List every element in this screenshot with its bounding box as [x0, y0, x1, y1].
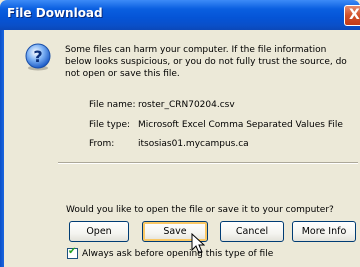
file-name-label: File name:	[89, 100, 136, 110]
always-ask-label[interactable]: Always ask before opening this type of f…	[82, 249, 273, 259]
file-type-label: File type:	[89, 120, 131, 130]
separator	[58, 162, 358, 164]
close-icon: X	[349, 7, 360, 23]
close-button[interactable]: X	[344, 5, 360, 26]
more-info-button[interactable]: More Info	[292, 221, 356, 242]
title-bar[interactable]: File Download X	[0, 0, 360, 30]
cancel-button[interactable]: Cancel	[220, 221, 284, 242]
checkmark-icon: ✔	[68, 246, 77, 257]
file-type-value: Microsoft Excel Comma Separated Values F…	[138, 120, 343, 130]
window-title: File Download	[7, 6, 103, 20]
file-download-dialog: File Download X ? Some files can harm yo…	[0, 0, 360, 267]
file-name-value: roster_CRN70204.csv	[138, 100, 235, 110]
always-ask-checkbox[interactable]: ✔	[67, 246, 78, 259]
from-label: From:	[89, 139, 115, 149]
warning-message: Some files can harm your computer. If th…	[65, 45, 347, 79]
from-value: itsosias01.mycampus.ca	[138, 139, 249, 149]
question-mark-icon: ?	[25, 43, 51, 71]
save-open-question: Would you like to open the file or save …	[66, 205, 334, 215]
svg-text:?: ?	[33, 47, 42, 66]
open-button[interactable]: Open	[69, 221, 129, 242]
